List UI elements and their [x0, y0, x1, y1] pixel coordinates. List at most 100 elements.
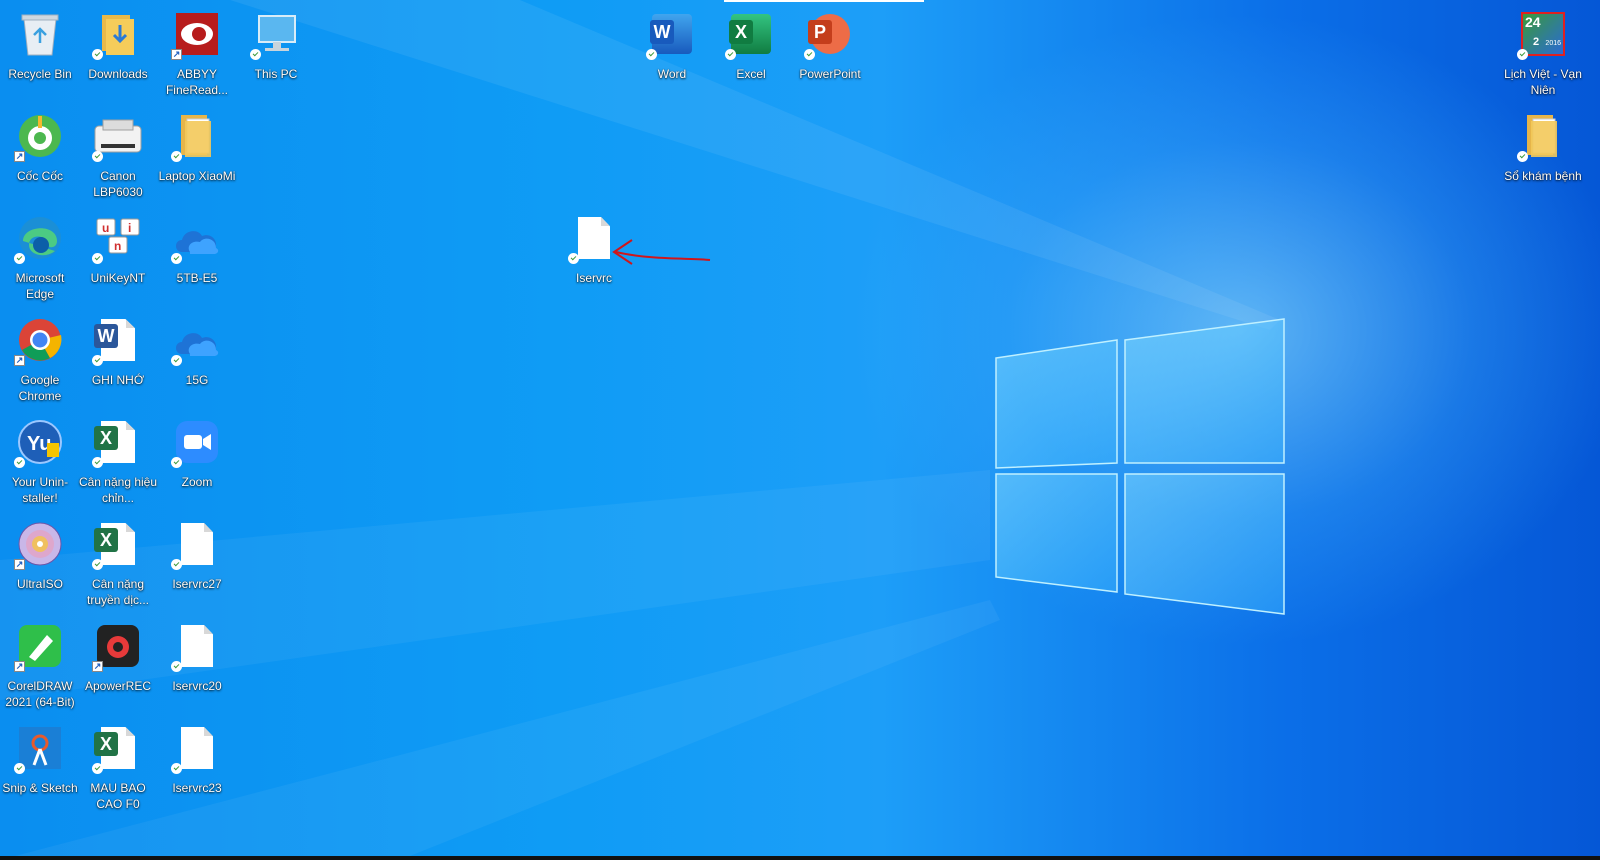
desktop-icon-downloads[interactable]: Downloads: [78, 4, 158, 100]
apowerrec-label: ApowerREC: [84, 679, 152, 693]
ultraiso-label: UltraISO: [16, 577, 63, 591]
apowerrec-icon: ↗: [92, 620, 144, 672]
sync-status-icon: [1517, 49, 1528, 60]
chrome-icon: ↗: [14, 314, 66, 366]
powerpoint-label: PowerPoint: [799, 67, 861, 81]
desktop-icon-so-kham-benh[interactable]: Sổ khám bệnh: [1503, 106, 1583, 202]
sync-status-icon: [92, 457, 103, 468]
word-document-icon: W: [92, 314, 144, 366]
sync-status-icon: [14, 457, 25, 468]
coc-coc-icon: ↗: [14, 110, 66, 162]
desktop-icon-iservrc20[interactable]: Iservrc20: [157, 616, 237, 712]
windows-logo-wallpaper: [0, 0, 1285, 860]
desktop-icon-iservrc27[interactable]: Iservrc27: [157, 514, 237, 610]
desktop-icon-iservrc23[interactable]: Iservrc23: [157, 718, 237, 814]
annotation-arrow: [612, 239, 711, 265]
ghi-nho-label: GHI NHỚ: [91, 373, 145, 387]
coreldraw-icon: ↗: [14, 620, 66, 672]
computer-monitor-icon: [250, 8, 302, 60]
abbyy-label: ABBYY FineRead...: [165, 67, 229, 97]
sync-status-icon: [250, 49, 261, 60]
desktop-icon-unikey[interactable]: u i n UniKeyNT: [78, 208, 158, 304]
desktop-icon-this-pc[interactable]: This PC: [236, 4, 316, 100]
15g-label: 15G: [185, 373, 209, 387]
edge-label: Microsoft Edge: [15, 271, 65, 301]
desktop-icon-google-chrome[interactable]: ↗ Google Chrome: [0, 310, 80, 406]
excel-document-icon: X: [92, 416, 144, 468]
powerpoint-app-icon: P: [804, 8, 856, 60]
top-highlight-bar: [724, 0, 924, 2]
excel-letter: X: [729, 20, 753, 44]
desktop-icon-word[interactable]: W Word: [632, 4, 712, 100]
recycle-bin-label: Recycle Bin: [8, 67, 72, 81]
printer-icon: [92, 110, 144, 162]
unikey-key-n: n: [114, 239, 121, 253]
excel-document-icon: X: [92, 722, 144, 774]
desktop-icon-5tb-e5[interactable]: 5TB-E5: [157, 208, 237, 304]
sync-status-icon: [804, 49, 815, 60]
desktop-icon-ghi-nho[interactable]: W GHI NHỚ: [78, 310, 158, 406]
shortcut-arrow-icon: ↗: [171, 49, 182, 60]
sync-status-icon: [92, 253, 103, 264]
desktop-icon-your-uninstaller[interactable]: Yu Your Unin-staller!: [0, 412, 80, 508]
coreldraw-label: CorelDRAW 2021 (64-Bit): [5, 679, 75, 709]
desktop-icon-microsoft-edge[interactable]: Microsoft Edge: [0, 208, 80, 304]
word-letter: W: [650, 20, 674, 44]
desktop-icon-apowerrec[interactable]: ↗ ApowerREC: [78, 616, 158, 712]
desktop-icon-zoom[interactable]: Zoom: [157, 412, 237, 508]
sync-status-icon: [646, 49, 657, 60]
laptop-xiaomi-label: Laptop XiaoMi: [158, 169, 236, 183]
sync-status-icon: [14, 253, 25, 264]
excel-app-icon: X: [725, 8, 777, 60]
excel-label: Excel: [736, 67, 766, 81]
unikey-icon: u i n: [92, 212, 144, 264]
sync-status-icon: [92, 355, 103, 366]
desktop-icon-laptop-xiaomi[interactable]: Laptop XiaoMi: [157, 106, 237, 202]
sync-status-icon: [171, 763, 182, 774]
desktop-icon-abbyy[interactable]: ↗ ABBYY FineRead...: [157, 4, 237, 100]
zoom-camera-icon: [171, 416, 223, 468]
calendar-year: 2016: [1545, 40, 1561, 47]
unikey-key-i: i: [128, 221, 131, 235]
downloads-folder-icon: [92, 8, 144, 60]
folder-icon: [171, 110, 223, 162]
sync-status-icon: [92, 763, 103, 774]
calendar-icon: 24 2 2016: [1517, 8, 1569, 60]
desktop-icon-canon[interactable]: Canon LBP6030: [78, 106, 158, 202]
desktop-icon-can-nang-hieu-chinh[interactable]: X Cân nặng hiệu chỉn...: [78, 412, 158, 508]
so-kham-benh-label: Sổ khám bệnh: [1504, 169, 1582, 183]
sync-status-icon: [171, 559, 182, 570]
word-label: Word: [657, 67, 687, 81]
desktop-icon-can-nang-truyen-dich[interactable]: X Cân nặng truyền dịc...: [78, 514, 158, 610]
desktop-icon-lich-viet[interactable]: 24 2 2016 Lịch Việt - Vạn Niên: [1503, 4, 1583, 100]
folder-icon: [1517, 110, 1569, 162]
sync-status-icon: [568, 253, 579, 264]
shortcut-arrow-icon: ↗: [92, 661, 103, 672]
powerpoint-letter: P: [808, 20, 832, 44]
desktop-icon-15g[interactable]: 15G: [157, 310, 237, 406]
downloads-label: Downloads: [88, 67, 148, 81]
desktop-icon-snip-sketch[interactable]: Snip & Sketch: [0, 718, 80, 814]
shortcut-arrow-icon: ↗: [14, 661, 25, 672]
zoom-label: Zoom: [181, 475, 213, 489]
desktop-icon-mau-bao-cao[interactable]: X MAU BAO CAO F0: [78, 718, 158, 814]
desktop-icon-coc-coc[interactable]: ↗ Cốc Cốc: [0, 106, 80, 202]
coc-coc-label: Cốc Cốc: [16, 169, 63, 183]
excel-document-icon: X: [92, 518, 144, 570]
desktop-icon-ultraiso[interactable]: ↗ UltraISO: [0, 514, 80, 610]
desktop-icon-powerpoint[interactable]: P PowerPoint: [790, 4, 870, 100]
uninstaller-icon: Yu: [14, 416, 66, 468]
desktop-icon-recycle-bin[interactable]: Recycle Bin: [0, 4, 80, 100]
lich-viet-label: Lịch Việt - Vạn Niên: [1504, 67, 1582, 97]
desktop-icon-coreldraw[interactable]: ↗ CorelDRAW 2021 (64-Bit): [0, 616, 80, 712]
desktop-icon-excel[interactable]: X Excel: [711, 4, 791, 100]
abbyy-icon: ↗: [171, 8, 223, 60]
sync-status-icon: [1517, 151, 1528, 162]
cd-disc-icon: ↗: [14, 518, 66, 570]
sync-status-icon: [92, 151, 103, 162]
blank-file-icon: [171, 620, 223, 672]
snip-sketch-icon: [14, 722, 66, 774]
sync-status-icon: [14, 763, 25, 774]
edge-icon: [14, 212, 66, 264]
shortcut-arrow-icon: ↗: [14, 355, 25, 366]
